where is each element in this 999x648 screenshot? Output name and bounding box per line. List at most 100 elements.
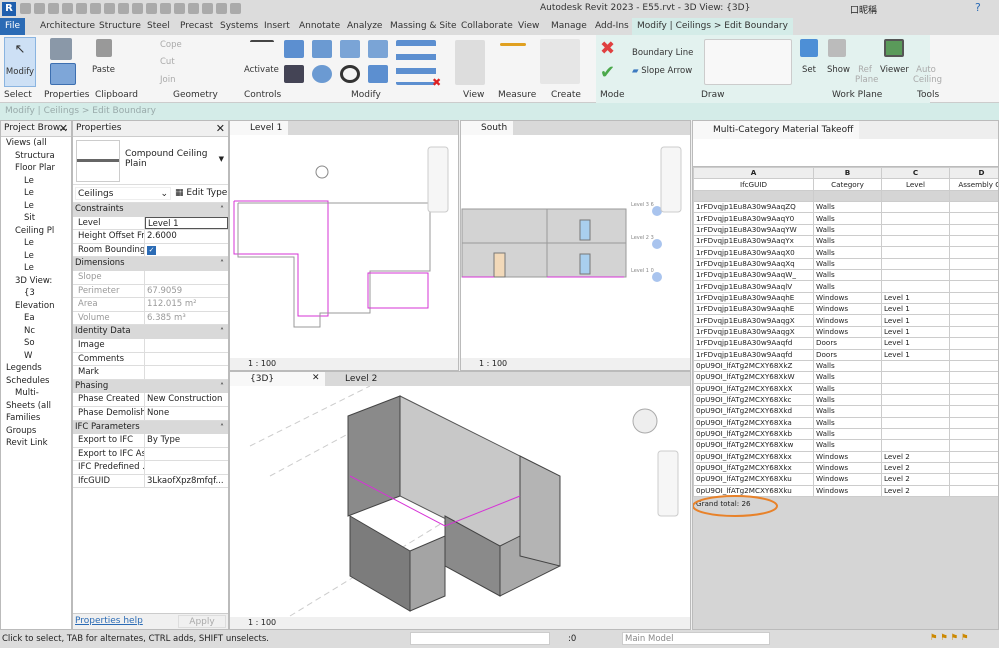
cell[interactable] <box>881 269 950 282</box>
cell[interactable]: Walls <box>813 212 882 225</box>
view-control-bar[interactable]: 1 : 100 <box>230 358 458 370</box>
browser-item[interactable]: Schedules <box>1 375 71 388</box>
cell[interactable]: D <box>949 166 998 180</box>
checkbox-checked[interactable]: ✓ <box>147 245 156 255</box>
join-button[interactable]: Join <box>160 75 175 85</box>
property-value[interactable] <box>145 448 228 461</box>
browser-item[interactable]: Elevation <box>1 300 71 313</box>
cell[interactable] <box>949 314 998 327</box>
3d-canvas[interactable] <box>230 386 692 619</box>
user-name[interactable]: 口昵稱 <box>850 3 877 16</box>
cell[interactable] <box>813 189 882 203</box>
cell[interactable] <box>949 473 998 486</box>
mirror-draw-icon[interactable] <box>368 40 388 58</box>
property-group-header[interactable]: Phasing <box>73 379 228 394</box>
cell[interactable] <box>881 201 950 214</box>
cell[interactable] <box>881 257 950 271</box>
browser-item[interactable]: Floor Plar <box>1 162 71 175</box>
browser-item[interactable]: Ceiling Pl <box>1 225 71 238</box>
browser-item[interactable]: Multi- <box>1 387 71 400</box>
property-value[interactable]: 6.385 m³ <box>145 312 228 325</box>
tab-collaborate[interactable]: Collaborate <box>456 18 518 35</box>
browser-item[interactable]: Views (all <box>1 137 71 150</box>
property-group-header[interactable]: IFC Parameters <box>73 420 228 435</box>
tab-structure[interactable]: Structure <box>94 18 146 35</box>
paste-icon[interactable] <box>96 39 112 57</box>
tab-insert[interactable]: Insert <box>259 18 295 35</box>
print-icon[interactable] <box>90 3 101 14</box>
cell[interactable]: 1rFDvqjp1Eu8A30w9AaqgX <box>693 314 814 327</box>
browser-item[interactable]: Le <box>1 262 71 275</box>
browser-item[interactable]: Le <box>1 237 71 250</box>
cell[interactable]: Windows <box>813 314 882 327</box>
cell[interactable]: 1rFDvqjp1Eu8A30w9AaqhE <box>693 303 814 316</box>
tab-precast[interactable]: Precast <box>175 18 218 35</box>
cut-button[interactable]: Cut <box>160 57 175 67</box>
property-value[interactable]: 2.6000 <box>145 230 228 243</box>
cell[interactable]: 1rFDvqjp1Eu8A30w9AaqW_ <box>693 269 814 282</box>
view-3d[interactable]: {3D} ✕ Level 2 1 : 100 <box>229 371 691 630</box>
browser-item[interactable]: Sheets (all <box>1 400 71 413</box>
align-icon[interactable] <box>284 40 304 58</box>
cell[interactable]: 1rFDvqjp1Eu8A30w9AaqgX <box>693 325 814 339</box>
cell[interactable] <box>949 325 998 339</box>
property-value[interactable]: 67.9059 <box>145 285 228 298</box>
cell[interactable] <box>949 223 998 237</box>
cell[interactable]: 1rFDvqjp1Eu8A30w9AaqXq <box>693 257 814 271</box>
cell[interactable] <box>949 235 998 248</box>
cell[interactable]: Assembly Co <box>949 178 998 191</box>
auto-ceiling-button[interactable]: Auto Ceiling <box>913 65 942 85</box>
cell[interactable] <box>881 371 950 384</box>
cell[interactable]: IfcGUID <box>693 178 814 191</box>
show-button[interactable]: Show <box>827 65 850 75</box>
cell[interactable] <box>949 303 998 316</box>
edit-type-button[interactable]: ▦ Edit Type <box>175 188 227 198</box>
view-control-bar[interactable]: 1 : 100 <box>230 617 690 629</box>
move-icon[interactable] <box>284 65 304 83</box>
cell[interactable]: A <box>693 166 814 180</box>
close-icon[interactable]: ✕ <box>59 122 68 135</box>
cell[interactable]: Walls <box>813 269 882 282</box>
sync-icon[interactable] <box>48 3 59 14</box>
tab-architecture[interactable]: Architecture <box>35 18 100 35</box>
revit-logo[interactable]: R <box>2 2 16 16</box>
cell[interactable]: Walls <box>813 235 882 248</box>
slope-arrow-button[interactable]: ▰ Slope Arrow <box>632 66 692 76</box>
cell[interactable] <box>949 269 998 282</box>
cell[interactable]: Walls <box>813 427 882 441</box>
cell[interactable] <box>881 189 950 203</box>
cell[interactable]: 1rFDvqjp1Eu8A30w9AaqYW <box>693 223 814 237</box>
measure-icon[interactable] <box>500 43 526 46</box>
tag-icon[interactable] <box>146 3 157 14</box>
cell[interactable]: Walls <box>813 223 882 237</box>
cell[interactable]: Windows <box>813 450 882 463</box>
apply-button[interactable]: Apply <box>178 615 226 628</box>
cell[interactable]: Level 1 <box>881 291 950 305</box>
cell[interactable] <box>881 393 950 407</box>
cell[interactable]: Windows <box>813 291 882 305</box>
cell[interactable]: 0pU9OI_lfATg2MCXY68Xkd <box>693 405 814 418</box>
property-value[interactable]: Level 1 <box>145 216 228 230</box>
tab-analyze[interactable]: Analyze <box>342 18 387 35</box>
delete-icon[interactable]: ✖ <box>432 76 441 89</box>
properties-help-link[interactable]: Properties help <box>75 616 143 626</box>
tab-view[interactable]: View <box>513 18 544 35</box>
tab-file[interactable]: File <box>0 18 26 35</box>
browser-item[interactable]: Le <box>1 200 71 213</box>
pdf-icon[interactable] <box>104 3 115 14</box>
property-value[interactable]: None <box>145 407 228 420</box>
cell[interactable] <box>881 359 950 373</box>
cell[interactable]: Walls <box>813 416 882 429</box>
cell[interactable]: Windows <box>813 303 882 316</box>
cell[interactable]: 0pU9OI_lfATg2MCXY68Xkc <box>693 393 814 407</box>
offset-icon[interactable] <box>312 40 332 58</box>
cell[interactable] <box>949 405 998 418</box>
cell[interactable]: Walls <box>813 439 882 452</box>
rotate-icon[interactable] <box>340 65 360 83</box>
browser-item[interactable]: Nc <box>1 325 71 338</box>
show-work-plane-icon[interactable] <box>828 39 846 57</box>
cell[interactable]: 0pU9OI_lfATg2MCXY68Xka <box>693 416 814 429</box>
cell[interactable]: 0pU9OI_lfATg2MCXY68Xku <box>693 473 814 486</box>
property-group-header[interactable]: Identity Data <box>73 325 228 339</box>
cell[interactable]: 1rFDvqjp1Eu8A30w9AaqYx <box>693 235 814 248</box>
